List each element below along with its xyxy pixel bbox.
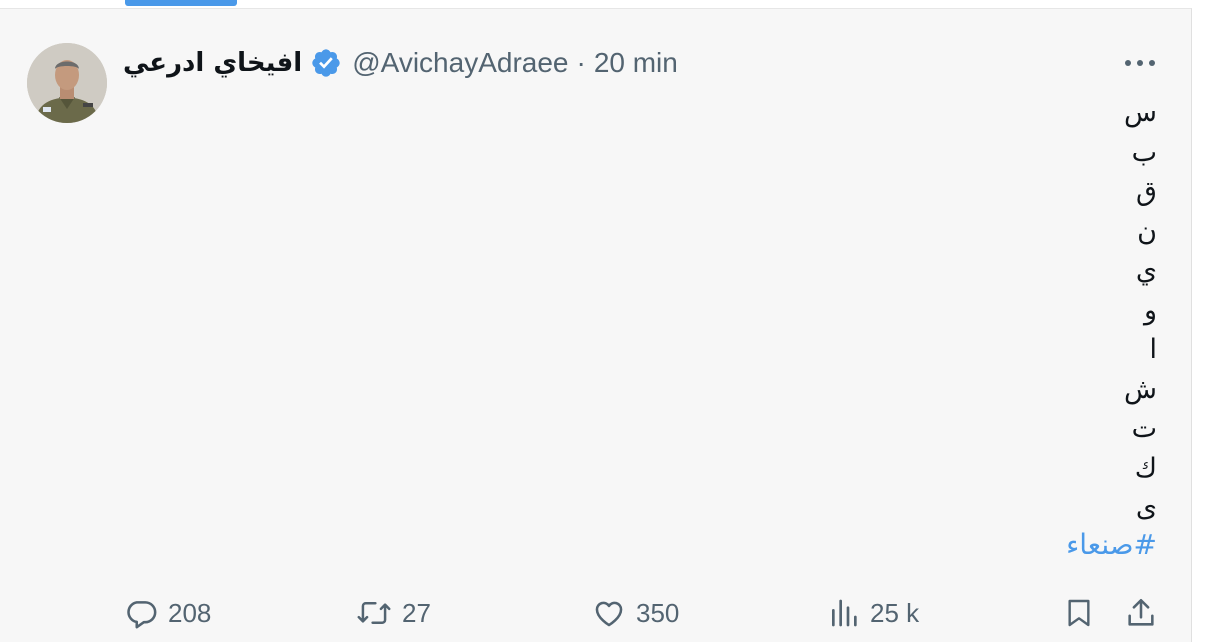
reply-button[interactable]: 208 [124,591,211,635]
verified-badge-icon [310,47,342,79]
share-icon [1124,596,1158,630]
tweet-text-char: س [1124,97,1157,128]
tweet-text-char: ي [1135,255,1157,286]
like-button[interactable]: 350 [592,591,679,635]
bookmark-button[interactable] [1063,591,1095,635]
tweet-text-char: ى [1135,492,1157,523]
author-display-name[interactable]: افيخاي ادرعي [123,48,302,78]
heart-icon [592,596,626,630]
views-count: 25 k [870,597,920,628]
avatar[interactable] [27,43,107,123]
tweet-text-char: ش [1124,373,1157,405]
tweet[interactable]: افيخاي ادرعي @AvichayAdraee · 20 min س ب… [0,8,1192,642]
tweet-text-char: ك [1134,452,1157,484]
header-separator: · [576,47,586,78]
tweet-text-char: ت [1131,413,1157,444]
retweet-icon [356,596,392,630]
reply-icon [124,596,158,630]
views-button[interactable]: 25 k [828,591,919,635]
tweet-text-char: ق [1136,176,1157,207]
like-count: 350 [636,597,680,628]
retweet-button[interactable]: 27 [356,591,431,635]
tweet-text-char: ب [1131,136,1157,168]
tweet-text-char: ا [1149,334,1157,365]
share-button[interactable] [1124,591,1158,635]
tweet-text-char: ن [1137,215,1157,247]
tweet-text: س ب ق ن ي و ا ش ت ك ى [1097,93,1157,528]
reply-count: 208 [168,597,212,628]
active-tab-indicator [125,0,237,6]
more-options-icon[interactable] [1121,51,1159,75]
retweet-count: 27 [402,597,431,628]
author-handle[interactable]: @AvichayAdraee [352,47,568,79]
bar-chart-icon [828,596,860,630]
tweet-header: افيخاي ادرعي @AvichayAdraee · 20 min [123,41,678,85]
hashtag-link[interactable]: #صنعاء [1066,528,1157,561]
tweet-text-char: و [1143,294,1157,326]
bookmark-icon [1063,596,1095,630]
tweet-timestamp[interactable]: 20 min [594,47,678,79]
page: افيخاي ادرعي @AvichayAdraee · 20 min س ب… [0,0,1206,642]
tweet-actions-bar: 208 27 350 25 k [0,591,1191,635]
